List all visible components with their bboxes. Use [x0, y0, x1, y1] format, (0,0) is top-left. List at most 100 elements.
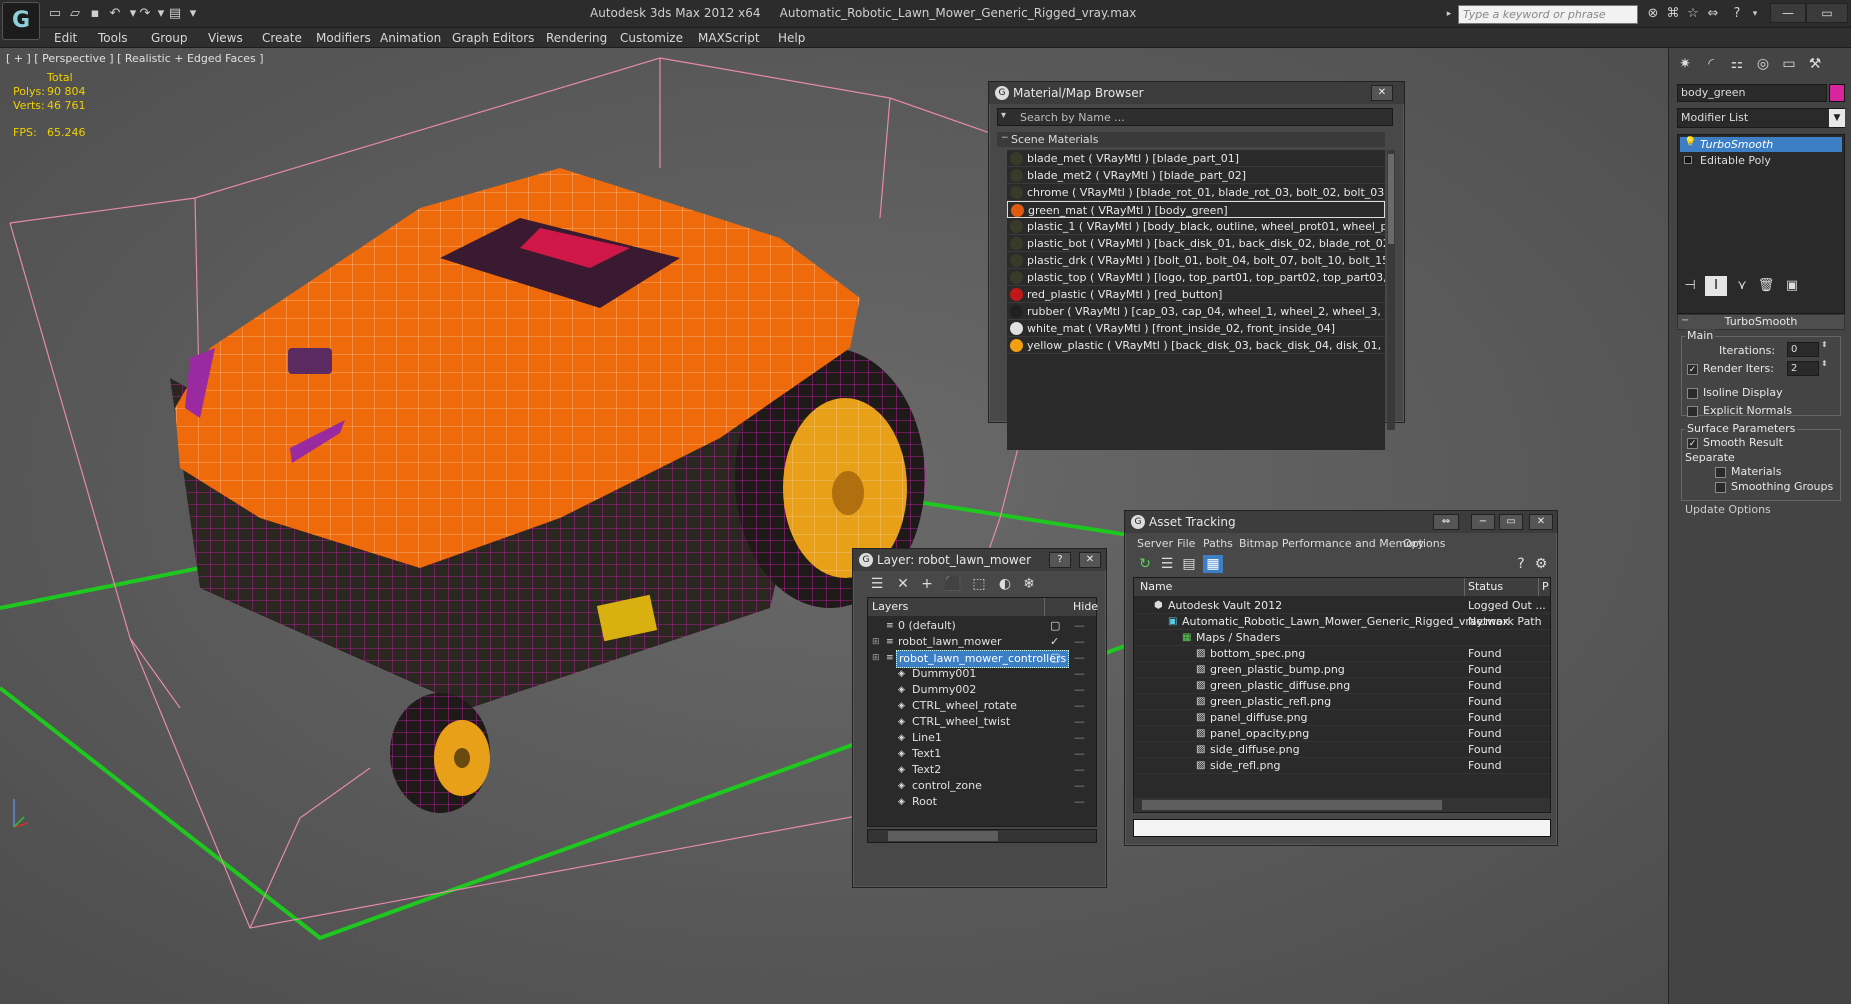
status-column-header[interactable]: Status: [1468, 580, 1503, 593]
spinner-arrows-icon[interactable]: ⬍: [1821, 340, 1828, 349]
refresh-icon[interactable]: ↻: [1135, 555, 1155, 573]
exchange-icon[interactable]: ⇔: [1704, 5, 1722, 23]
asset-row[interactable]: ▨ side_refl.png Found: [1134, 758, 1550, 774]
object-color-swatch[interactable]: [1829, 84, 1845, 102]
set-current-layer-icon[interactable]: ▢: [1050, 650, 1060, 666]
close-button[interactable]: ✕: [1529, 514, 1553, 530]
hierarchy-tab-icon[interactable]: ⚏: [1725, 53, 1749, 75]
close-button[interactable]: ✕: [1371, 85, 1393, 101]
search-options-dropdown-icon[interactable]: ▾: [1001, 110, 1006, 121]
settings-icon[interactable]: ⚙: [1531, 555, 1551, 573]
stack-item-turbosmooth[interactable]: TurboSmooth: [1680, 137, 1842, 152]
material-row[interactable]: plastic_1 ( VRayMtl ) [body_black, outli…: [1007, 218, 1385, 235]
highlight-layer-icon[interactable]: ⬚: [969, 575, 989, 593]
menu-file[interactable]: File: [1177, 537, 1195, 550]
asset-row[interactable]: ▨ panel_diffuse.png Found: [1134, 710, 1550, 726]
thumbnail-view-icon[interactable]: ▤: [1179, 555, 1199, 573]
delete-layer-icon[interactable]: ✕: [893, 575, 913, 593]
material-row[interactable]: white_mat ( VRayMtl ) [front_inside_02, …: [1007, 320, 1385, 337]
layer-object-row[interactable]: ◈ Dummy002 —: [868, 682, 1096, 698]
hide-toggle[interactable]: —: [1074, 730, 1085, 746]
asset-row[interactable]: ▨ green_plastic_bump.png Found: [1134, 662, 1550, 678]
menu-rendering[interactable]: Rendering: [546, 31, 607, 45]
app-logo-icon[interactable]: G: [2, 2, 40, 40]
maximize-button[interactable]: ▭: [1499, 514, 1523, 530]
modifier-list-arrow-icon[interactable]: ▼: [1829, 109, 1845, 127]
modifier-list-dropdown[interactable]: Modifier List: [1677, 108, 1845, 128]
asset-row[interactable]: ▨ bottom_spec.png Found: [1134, 646, 1550, 662]
material-row[interactable]: green_mat ( VRayMtl ) [body_green]: [1007, 201, 1385, 218]
layer-object-row[interactable]: ◈ Line1 —: [868, 730, 1096, 746]
spinner-arrows-icon[interactable]: ⬍: [1821, 359, 1828, 368]
display-tab-icon[interactable]: ▭: [1777, 53, 1801, 75]
layer-object-row[interactable]: ◈ Text2 —: [868, 762, 1096, 778]
layer-horizontal-scrollbar[interactable]: [867, 829, 1097, 843]
help-icon[interactable]: ?: [1511, 555, 1531, 573]
expand-icon[interactable]: ⊞: [872, 650, 880, 666]
quick-access-dropdown-icon[interactable]: ▾: [184, 5, 202, 23]
new-layer-icon[interactable]: ☰: [867, 575, 887, 593]
asset-row[interactable]: ▣ Automatic_Robotic_Lawn_Mower_Generic_Ri…: [1134, 614, 1550, 630]
help-dropdown-icon[interactable]: ▾: [1746, 5, 1764, 23]
hide-toggle[interactable]: —: [1074, 794, 1085, 810]
motion-tab-icon[interactable]: ◎: [1751, 53, 1775, 75]
collapse-icon[interactable]: −: [1001, 133, 1009, 143]
search-expand-icon[interactable]: ▸: [1440, 5, 1458, 23]
open-file-icon[interactable]: ▱: [66, 5, 84, 23]
hide-toggle[interactable]: —: [1074, 650, 1085, 666]
asset-row[interactable]: ▦ Maps / Shaders: [1134, 630, 1550, 646]
binoculars-icon[interactable]: ⊗: [1644, 5, 1662, 23]
asset-row[interactable]: ▨ side_diffuse.png Found: [1134, 742, 1550, 758]
asset-scroll-thumb[interactable]: [1142, 800, 1442, 810]
modify-tab-icon[interactable]: ◜: [1699, 53, 1723, 75]
hide-toggle[interactable]: —: [1074, 682, 1085, 698]
menu-graph-editors[interactable]: Graph Editors: [452, 31, 534, 45]
hide-toggle[interactable]: —: [1074, 634, 1085, 650]
menu-server[interactable]: Server: [1137, 537, 1173, 550]
hide-toggle[interactable]: —: [1074, 698, 1085, 714]
render-iters-checkbox[interactable]: ✓: [1687, 364, 1698, 375]
table-view-icon[interactable]: ▦: [1203, 555, 1223, 573]
menu-bitmap-performance[interactable]: Bitmap Performance and Memory: [1239, 537, 1424, 550]
set-current-layer-icon[interactable]: ▢: [1050, 618, 1060, 634]
material-search-input[interactable]: Search by Name ...: [997, 108, 1393, 126]
menu-create[interactable]: Create: [262, 31, 302, 45]
close-button[interactable]: ✕: [1079, 552, 1101, 568]
perspective-viewport[interactable]: [ + ] [ Perspective ] [ Realistic + Edge…: [0, 48, 1668, 1004]
material-row[interactable]: yellow_plastic ( VRayMtl ) [back_disk_03…: [1007, 337, 1385, 354]
menu-animation[interactable]: Animation: [380, 31, 441, 45]
show-end-result-icon[interactable]: Ⅰ: [1705, 276, 1727, 296]
hide-toggle[interactable]: —: [1074, 714, 1085, 730]
iterations-spinner[interactable]: 0: [1787, 342, 1819, 357]
select-objects-icon[interactable]: ⬛: [943, 575, 963, 593]
scene-materials-header[interactable]: Scene Materials: [997, 132, 1385, 147]
name-column-header[interactable]: Name: [1140, 580, 1172, 593]
asset-path-field[interactable]: [1133, 819, 1551, 837]
create-tab-icon[interactable]: ✷: [1673, 53, 1697, 75]
materials-checkbox[interactable]: [1715, 467, 1726, 478]
layer-object-row[interactable]: ◈ CTRL_wheel_rotate —: [868, 698, 1096, 714]
menu-modifiers[interactable]: Modifiers: [316, 31, 371, 45]
material-row[interactable]: red_plastic ( VRayMtl ) [red_button]: [1007, 286, 1385, 303]
isoline-display-checkbox[interactable]: [1687, 388, 1698, 399]
smooth-result-checkbox[interactable]: ✓: [1687, 438, 1698, 449]
hide-toggle[interactable]: —: [1074, 746, 1085, 762]
project-folder-icon[interactable]: ▤: [166, 5, 184, 23]
layers-column-header[interactable]: Layers: [872, 600, 908, 613]
asset-row[interactable]: ▨ panel_opacity.png Found: [1134, 726, 1550, 742]
material-row[interactable]: plastic_drk ( VRayMtl ) [bolt_01, bolt_0…: [1007, 252, 1385, 269]
subscription-icon[interactable]: ⌘: [1664, 5, 1682, 23]
layer-row[interactable]: ≡ ⊞ robot_lawn_mower ✓ —: [868, 634, 1096, 650]
layer-scroll-thumb[interactable]: [888, 831, 998, 841]
make-unique-icon[interactable]: ⋎: [1731, 276, 1753, 296]
configure-sets-icon[interactable]: ▣: [1781, 276, 1803, 296]
render-iters-spinner[interactable]: 2: [1787, 361, 1819, 376]
layer-object-row[interactable]: ◈ CTRL_wheel_twist —: [868, 714, 1096, 730]
rollout-collapse-icon[interactable]: −: [1681, 315, 1689, 326]
menu-group[interactable]: Group: [151, 31, 188, 45]
minimize-button[interactable]: −: [1471, 514, 1495, 530]
menu-paths[interactable]: Paths: [1203, 537, 1233, 550]
viewport-label[interactable]: [ + ] [ Perspective ] [ Realistic + Edge…: [6, 52, 264, 65]
hide-toggle[interactable]: —: [1074, 778, 1085, 794]
asset-row[interactable]: ⬢ Autodesk Vault 2012 Logged Out ...: [1134, 598, 1550, 614]
